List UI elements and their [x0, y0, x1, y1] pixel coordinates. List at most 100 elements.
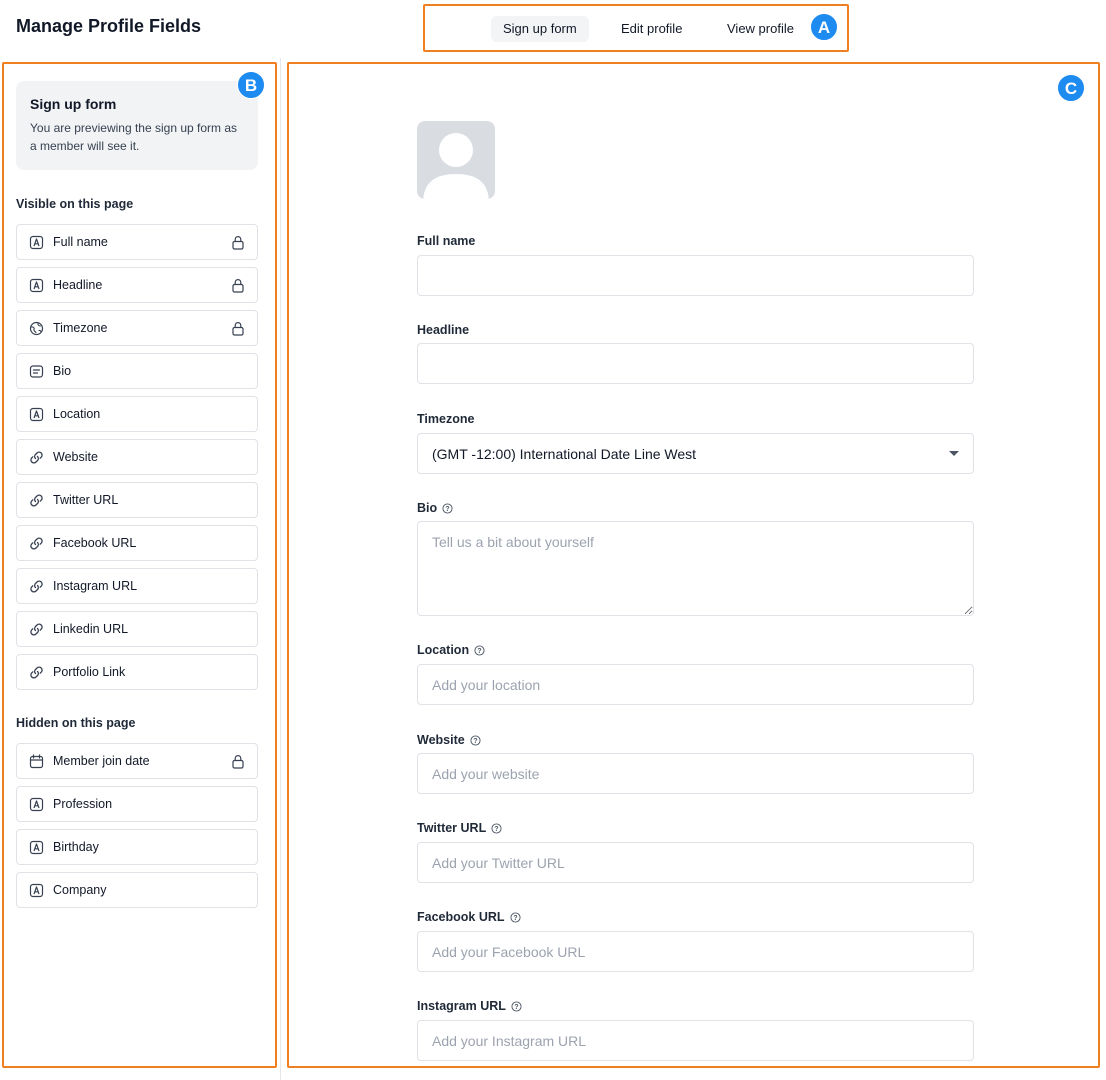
instagram-url-input[interactable] — [417, 1020, 974, 1061]
field-item-label: Full name — [53, 235, 108, 249]
field-item-label: Bio — [53, 364, 72, 378]
field-item-website[interactable]: Website — [16, 439, 258, 475]
field-item-instagram-url[interactable]: Instagram URL — [16, 568, 258, 604]
website-input[interactable] — [417, 753, 974, 794]
bio-textarea[interactable] — [417, 521, 974, 616]
instagram-url-label-text: Instagram URL — [417, 999, 506, 1013]
field-item-headline[interactable]: Headline — [16, 267, 258, 303]
sidebar-divider — [280, 58, 281, 1080]
annotation-marker-a: A — [810, 13, 838, 41]
lock-icon — [231, 278, 245, 293]
svg-text:?: ? — [514, 1003, 518, 1010]
field-item-label: Timezone — [53, 321, 108, 335]
person-silhouette-icon — [423, 133, 489, 199]
field-item-timezone[interactable]: Timezone — [16, 310, 258, 346]
tab-view-profile[interactable]: View profile — [715, 16, 806, 42]
location-input[interactable] — [417, 664, 974, 705]
field-item-birthday[interactable]: Birthday — [16, 829, 258, 865]
link-icon — [29, 536, 44, 551]
help-circle-icon[interactable]: ? — [442, 502, 453, 514]
field-item-company[interactable]: Company — [16, 872, 258, 908]
annotation-marker-b: B — [237, 71, 265, 99]
field-item-label: Profession — [53, 797, 113, 811]
help-circle-icon[interactable]: ? — [511, 1000, 522, 1012]
field-item-facebook-url[interactable]: Facebook URL — [16, 525, 258, 561]
bio-label-text: Bio — [417, 501, 438, 515]
timezone-label-text: Timezone — [417, 412, 475, 426]
field-item-label: Portfolio Link — [53, 665, 126, 679]
info-card-title: Sign up form — [30, 96, 117, 112]
caret-down-icon — [949, 451, 959, 456]
headline-input[interactable] — [417, 343, 974, 384]
globe-icon — [29, 321, 44, 336]
sidebar-highlight-frame — [2, 62, 277, 1068]
link-icon — [29, 579, 44, 594]
field-item-label: Twitter URL — [53, 493, 119, 507]
text-icon — [29, 797, 44, 812]
field-item-label: Member join date — [53, 754, 150, 768]
help-circle-icon[interactable]: ? — [509, 911, 521, 923]
help-circle-icon[interactable]: ? — [474, 644, 485, 656]
field-item-full-name[interactable]: Full name — [16, 224, 258, 260]
field-item-label: Headline — [53, 278, 103, 292]
twitter-url-label-text: Twitter URL — [417, 821, 487, 835]
field-item-profession[interactable]: Profession — [16, 786, 258, 822]
facebook-url-label: Facebook URL ? — [417, 910, 521, 924]
visible-section-label: Visible on this page — [16, 197, 134, 211]
full-name-label-text: Full name — [417, 234, 476, 248]
field-item-bio[interactable]: Bio — [16, 353, 258, 389]
help-circle-icon[interactable]: ? — [491, 822, 502, 834]
field-item-label: Linkedin URL — [53, 622, 129, 636]
location-label-text: Location — [417, 643, 470, 657]
field-item-twitter-url[interactable]: Twitter URL — [16, 482, 258, 518]
website-label: Website ? — [417, 733, 481, 747]
lock-icon — [231, 754, 245, 769]
annotation-marker-c: C — [1057, 74, 1085, 102]
text-icon — [29, 883, 44, 898]
avatar-placeholder[interactable] — [417, 121, 495, 199]
twitter-url-label: Twitter URL ? — [417, 821, 502, 835]
timezone-select[interactable]: (GMT -12:00) International Date Line Wes… — [417, 433, 974, 474]
bio-label: Bio ? — [417, 501, 453, 515]
text-icon — [29, 407, 44, 422]
svg-text:?: ? — [473, 737, 477, 744]
lock-icon — [231, 235, 245, 250]
full-name-label: Full name — [417, 234, 475, 248]
tab-sign-up-form[interactable]: Sign up form — [491, 16, 589, 42]
field-item-location[interactable]: Location — [16, 396, 258, 432]
tab-edit-profile[interactable]: Edit profile — [609, 16, 694, 42]
facebook-url-input[interactable] — [417, 931, 974, 972]
hidden-section-label: Hidden on this page — [16, 716, 136, 730]
instagram-url-label: Instagram URL ? — [417, 999, 522, 1013]
svg-text:?: ? — [495, 825, 499, 832]
facebook-url-label-text: Facebook URL — [417, 910, 505, 924]
field-item-portfolio-link[interactable]: Portfolio Link — [16, 654, 258, 690]
field-item-label: Website — [53, 450, 98, 464]
full-name-input[interactable] — [417, 255, 974, 296]
timezone-label: Timezone — [417, 412, 474, 426]
timezone-select-value: (GMT -12:00) International Date Line Wes… — [432, 446, 697, 462]
svg-text:?: ? — [446, 505, 450, 512]
text-icon — [29, 235, 44, 250]
link-icon — [29, 493, 44, 508]
preview-info-card: Sign up form You are previewing the sign… — [16, 81, 258, 170]
field-item-member-join-date[interactable]: Member join date — [16, 743, 258, 779]
svg-text:?: ? — [513, 914, 517, 921]
location-label: Location ? — [417, 643, 485, 657]
calendar-icon — [29, 754, 44, 769]
website-label-text: Website — [417, 733, 465, 747]
link-icon — [29, 450, 44, 465]
view-tabs: Sign up form Edit profile View profile — [423, 4, 849, 52]
help-circle-icon[interactable]: ? — [470, 734, 481, 746]
field-item-linkedin-url[interactable]: Linkedin URL — [16, 611, 258, 647]
paragraph-icon — [29, 364, 44, 379]
info-card-text: You are previewing the sign up form as a… — [30, 121, 238, 153]
field-item-label: Location — [53, 407, 101, 421]
field-item-label: Instagram URL — [53, 579, 138, 593]
twitter-url-input[interactable] — [417, 842, 974, 883]
text-icon — [29, 840, 44, 855]
field-item-label: Birthday — [53, 840, 99, 854]
link-icon — [29, 665, 44, 680]
link-icon — [29, 622, 44, 637]
field-item-label: Facebook URL — [53, 536, 137, 550]
